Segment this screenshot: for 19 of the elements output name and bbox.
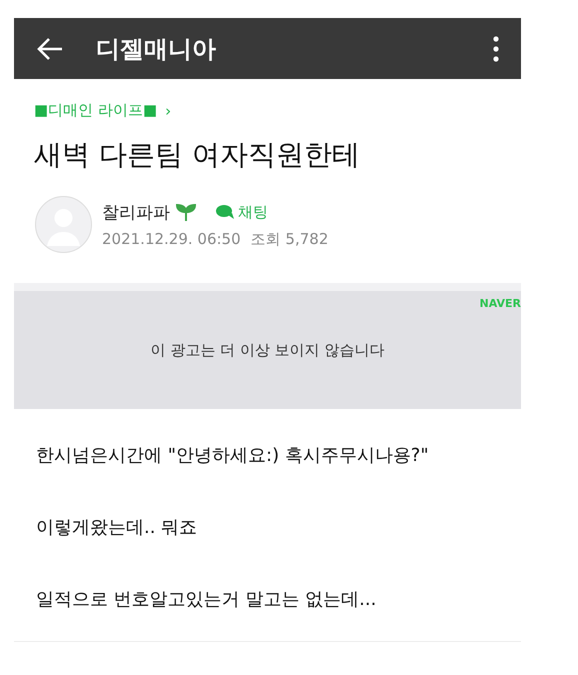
chat-button[interactable]: 채팅 [216,202,268,222]
post-paragraph: 이렇게왔는데.. 뭐죠 [36,516,198,539]
app-title: 디젤매니아 [96,34,217,64]
ad-brand: NAVER [480,297,521,310]
view-count: 조회 5,782 [250,230,328,248]
post-paragraph: 일적으로 번호알고있는거 말고는 없는데... [36,588,378,611]
post-date: 2021.12.29. 06:50 [102,230,241,248]
author-name[interactable]: 찰리파파 [102,200,170,224]
ad-message: 이 광고는 더 이상 보이지 않습니다 [150,340,384,360]
post-paragraph: 한시넘은시간에 "안녕하세요:) 혹시주무시나용?" [36,444,430,467]
post-title: 새벽 다른팀 여자직원한테 [34,137,361,173]
chevron: › [165,102,172,120]
more-button[interactable] [491,36,501,62]
category-link[interactable]: ■디매인 라이프■ [34,101,158,120]
avatar-icon [35,196,92,253]
more-icon [491,36,501,62]
speech-bubble-icon [216,204,236,220]
back-arrow-icon [36,36,64,60]
sprout-icon [176,203,196,221]
